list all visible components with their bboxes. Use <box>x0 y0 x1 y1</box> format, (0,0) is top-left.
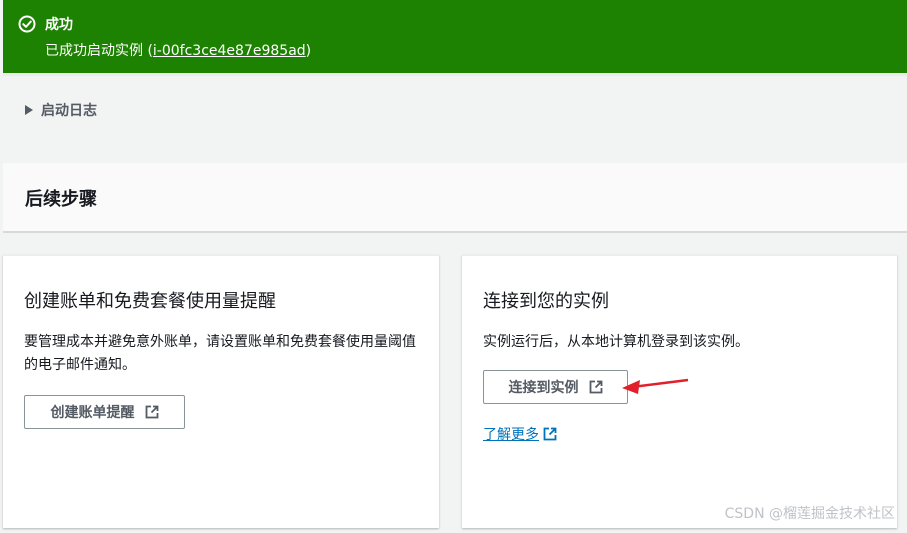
csdn-watermark: CSDN @榴莲掘金技术社区 <box>724 506 895 522</box>
annotation-arrow <box>622 378 689 394</box>
